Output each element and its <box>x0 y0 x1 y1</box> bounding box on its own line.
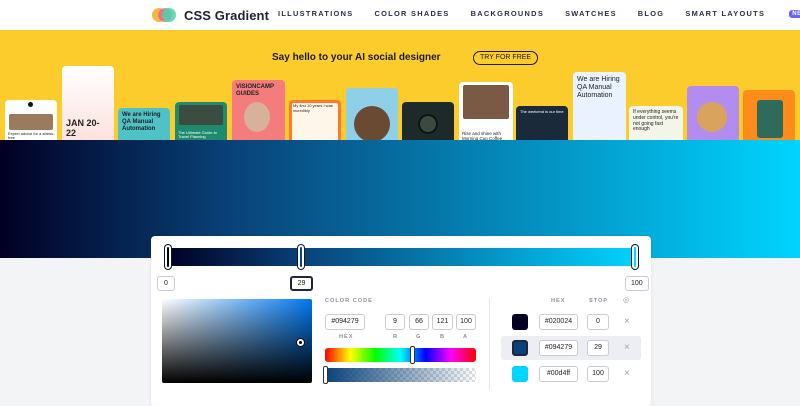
gradient-editor-panel: 0 29 100 COLOR CODE #094279 9 66 121 100… <box>151 236 651 406</box>
alpha-input[interactable]: 100 <box>456 314 476 330</box>
stop-handle-29[interactable] <box>298 245 304 269</box>
logo-text: CSS Gradient <box>184 7 269 23</box>
hex-label: HEX <box>339 334 354 340</box>
banner-card: The Ultimate Guide to Travel Planning <box>175 102 227 140</box>
try-for-free-button[interactable]: TRY FOR FREE <box>473 51 539 65</box>
red-input[interactable]: 9 <box>385 314 405 330</box>
banner-card: VISIONCAMP GUIDES <box>232 80 285 140</box>
main-nav: ILLUSTRATIONS COLOR SHADES BACKGROUNDS S… <box>278 9 800 18</box>
nav-smart-layouts-label: SMART LAYOUTS <box>685 9 766 18</box>
color-stop-row[interactable]: #020024 0 × <box>501 310 641 334</box>
nav-blog[interactable]: BLOG <box>638 9 665 18</box>
r-label: R <box>393 334 399 340</box>
top-navigation: CSS Gradient ILLUSTRATIONS COLOR SHADES … <box>0 0 800 30</box>
table-header-hex: HEX <box>551 298 566 304</box>
nav-illustrations[interactable]: ILLUSTRATIONS <box>278 9 353 18</box>
hue-slider[interactable] <box>325 346 476 364</box>
color-stop-row-selected[interactable]: #094279 29 × <box>501 336 641 360</box>
hue-slider-knob[interactable] <box>410 346 415 364</box>
color-picker-area[interactable] <box>162 299 312 383</box>
stop-label-0[interactable]: 0 <box>157 276 175 291</box>
divider <box>489 298 490 390</box>
banner-card: The weekend is our time <box>516 106 568 140</box>
banner-card: We are Hiring QA Manual Automation <box>573 72 626 140</box>
a-label: A <box>463 334 469 340</box>
stop-color-swatch[interactable] <box>512 314 528 330</box>
stop-handle-100[interactable] <box>632 245 638 269</box>
b-label: B <box>440 334 446 340</box>
stop-hex-input[interactable]: #00d4ff <box>539 366 578 382</box>
logo-icon <box>152 8 176 22</box>
nav-backgrounds[interactable]: BACKGROUNDS <box>471 9 544 18</box>
banner-card: JAN 20-22 <box>62 66 114 140</box>
alpha-slider[interactable] <box>323 366 476 384</box>
stop-position-input[interactable]: 29 <box>587 340 609 356</box>
banner-card: If everything seems under control, you'r… <box>629 106 683 140</box>
promo-banner[interactable]: Say hello to your AI social designer TRY… <box>0 30 800 140</box>
banner-card: Rise and shine with Morning Cup Coffee <box>459 82 513 140</box>
banner-card <box>346 88 398 140</box>
new-badge: NEW <box>789 10 800 18</box>
banner-card <box>687 86 739 140</box>
banner-card: Expert advice for a stress-free <box>5 100 57 140</box>
blue-input[interactable]: 121 <box>432 314 453 330</box>
stop-position-input[interactable]: 100 <box>587 366 609 382</box>
stop-hex-input[interactable]: #020024 <box>539 314 578 330</box>
alpha-slider-knob[interactable] <box>323 366 328 384</box>
banner-headline: Say hello to your AI social designer <box>272 52 441 63</box>
banner-card <box>743 90 795 140</box>
g-label: G <box>416 334 422 340</box>
stop-label-29[interactable]: 29 <box>290 276 313 291</box>
hex-input[interactable]: #094279 <box>325 314 365 330</box>
banner-card: My first 10 years I was incredibly <box>289 100 341 140</box>
nav-swatches[interactable]: SWATCHES <box>565 9 617 18</box>
table-header-stop: STOP <box>589 298 609 304</box>
picker-cursor[interactable] <box>297 339 304 346</box>
stop-position-input[interactable]: 0 <box>587 314 609 330</box>
nav-color-shades[interactable]: COLOR SHADES <box>374 9 449 18</box>
remove-stop-icon[interactable]: × <box>624 368 630 380</box>
stop-color-swatch[interactable] <box>512 366 528 382</box>
stop-color-swatch[interactable] <box>512 340 528 356</box>
color-stop-row[interactable]: #00d4ff 100 × <box>501 362 641 386</box>
remove-stop-icon[interactable]: × <box>624 316 630 328</box>
banner-card <box>402 102 454 140</box>
stop-hex-input[interactable]: #094279 <box>539 340 578 356</box>
nav-smart-layouts[interactable]: SMART LAYOUTS NEW <box>685 9 800 18</box>
remove-stop-icon[interactable]: × <box>624 342 630 354</box>
stop-label-100[interactable]: 100 <box>625 276 649 291</box>
logo[interactable]: CSS Gradient <box>152 6 269 24</box>
eye-icon[interactable]: ◎ <box>623 296 629 304</box>
green-input[interactable]: 66 <box>409 314 429 330</box>
stop-handle-0[interactable] <box>165 245 171 269</box>
banner-card: We are Hiring QA Manual Automation <box>118 108 170 140</box>
color-code-label: COLOR CODE <box>325 298 373 304</box>
gradient-stops-bar[interactable] <box>165 245 638 269</box>
